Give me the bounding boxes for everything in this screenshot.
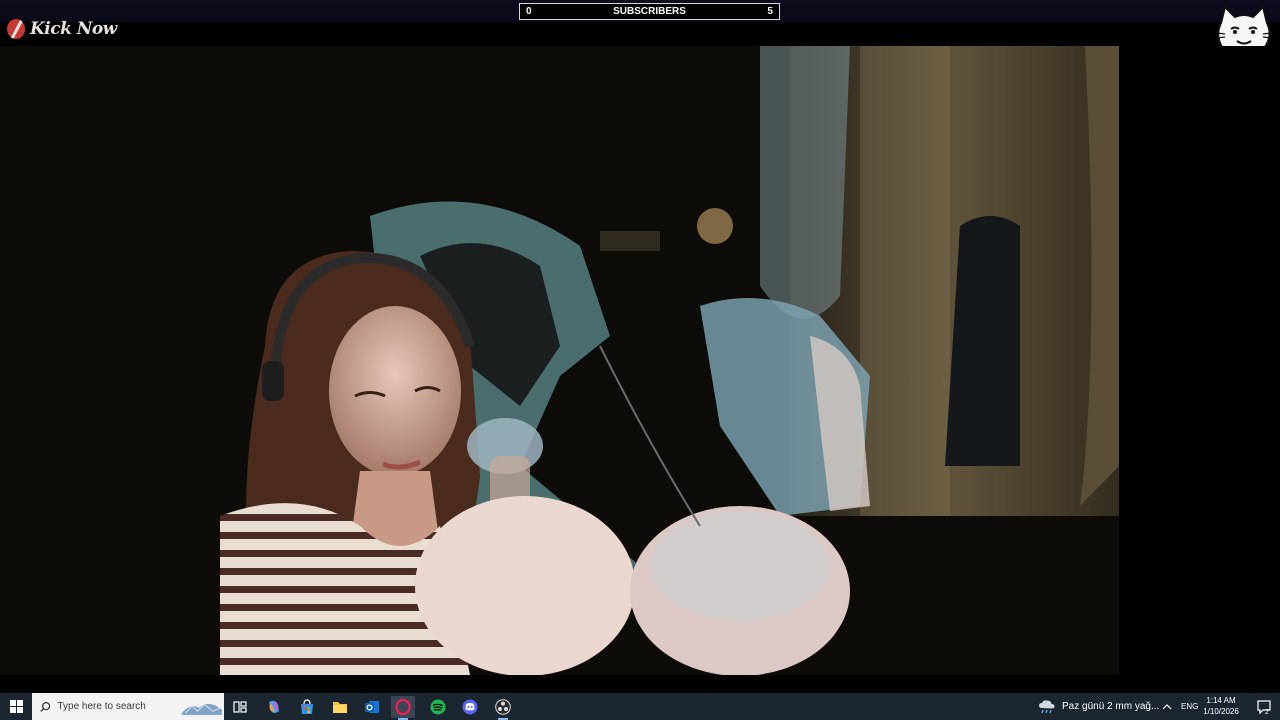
- task-view-icon: [233, 701, 247, 713]
- notification-count: 2: [1265, 709, 1269, 715]
- outlook-button[interactable]: [360, 696, 384, 718]
- webcam-video: [0, 46, 1119, 675]
- subscriber-goal-bar: 0 SUBSCRIBERS 5: [519, 3, 780, 20]
- copilot-icon: [269, 700, 279, 713]
- logo-mark-icon: [7, 19, 25, 39]
- right-black-margin: [1119, 46, 1280, 675]
- obs-studio-icon: [495, 699, 511, 715]
- file-explorer-icon: [333, 702, 347, 713]
- spotify-button[interactable]: [426, 696, 450, 718]
- file-explorer-button[interactable]: [328, 696, 352, 718]
- weather-text: Paz günü 2 mm yağ...: [1062, 701, 1160, 712]
- stream-logo: Kick Now: [7, 18, 117, 40]
- weather-widget[interactable]: Paz günü 2 mm yağ...: [1038, 693, 1159, 720]
- windows-taskbar: Paz günü 2 mm yağ... ENG 1:14 AM 1/10/20…: [0, 693, 1280, 720]
- search-highlight-icon: [182, 703, 223, 715]
- discord-button[interactable]: [458, 696, 482, 718]
- obs-studio-button[interactable]: [491, 696, 515, 720]
- logo-text: Kick Now: [30, 19, 117, 39]
- subscriber-goal-target: 5: [767, 6, 773, 17]
- clock-date: 1/10/2026: [1203, 707, 1239, 716]
- notification-center-button[interactable]: 2: [1248, 693, 1280, 720]
- copilot-button[interactable]: [262, 696, 286, 718]
- task-view-button[interactable]: [228, 696, 252, 718]
- rain-cloud-icon: [1039, 699, 1055, 713]
- clock-widget[interactable]: 1:14 AM 1/10/2026: [1198, 695, 1244, 717]
- clock-time: 1:14 AM: [1206, 696, 1236, 705]
- webcam-scene: [0, 46, 1119, 675]
- search-input[interactable]: [57, 701, 170, 712]
- taskbar-search[interactable]: [32, 693, 224, 720]
- start-button[interactable]: [0, 693, 32, 720]
- subscriber-goal-label: SUBSCRIBERS: [613, 6, 686, 17]
- microsoft-store-button[interactable]: [295, 696, 319, 718]
- spotify-icon: [430, 699, 446, 715]
- opera-gx-button[interactable]: [391, 696, 415, 720]
- search-icon: [40, 701, 51, 712]
- microsoft-store-icon: [301, 699, 313, 714]
- bottom-black-margin: [0, 675, 1280, 693]
- opera-gx-icon: [395, 699, 411, 715]
- notification-icon: 2: [1257, 699, 1271, 715]
- windows-logo-icon: [9, 700, 23, 713]
- language-indicator[interactable]: ENG: [1181, 693, 1198, 720]
- show-hidden-icons-button[interactable]: [1162, 693, 1172, 720]
- chevron-up-icon: [1162, 703, 1172, 709]
- outlook-icon: [365, 701, 379, 713]
- discord-icon: [462, 699, 478, 715]
- subscriber-goal-start: 0: [526, 6, 532, 17]
- language-label: ENG: [1181, 702, 1199, 711]
